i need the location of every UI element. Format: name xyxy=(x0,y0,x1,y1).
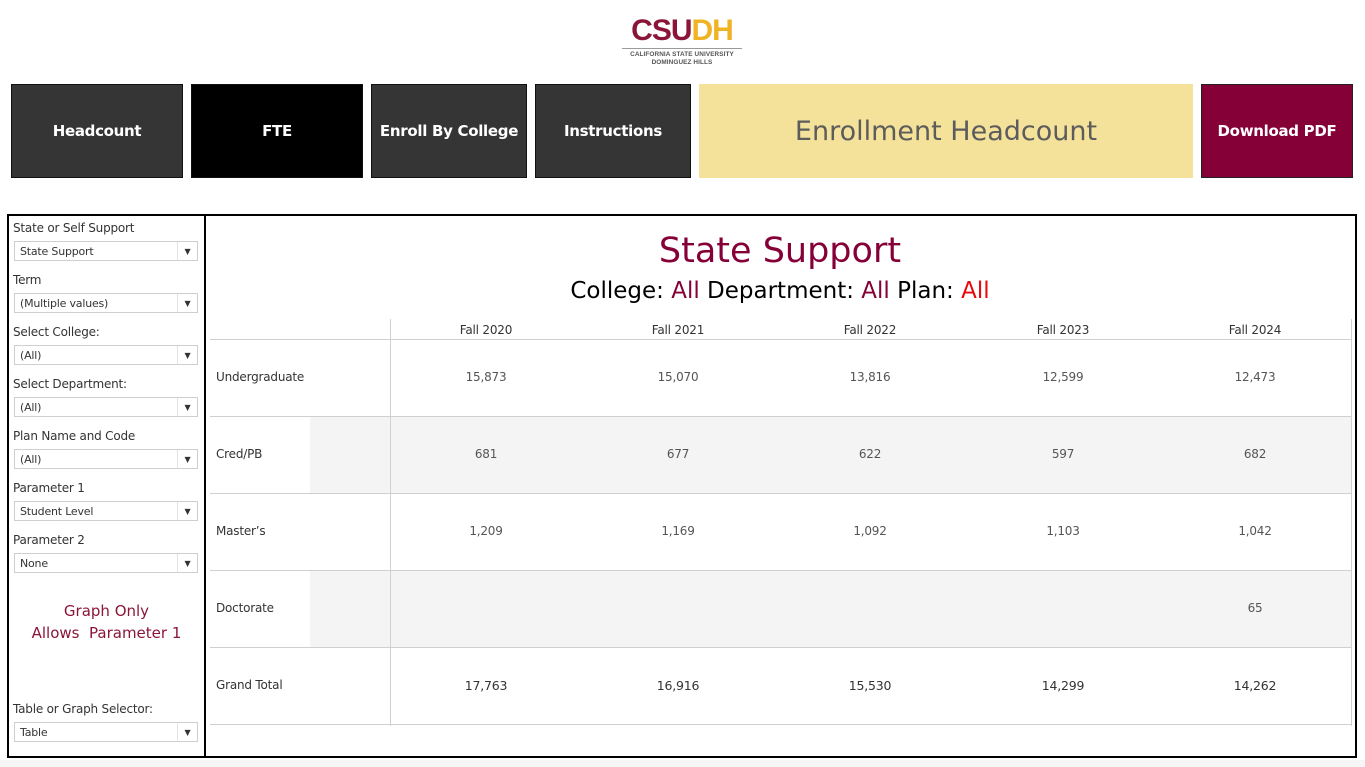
row-header-divider xyxy=(390,319,391,726)
table-cell: 17,763 xyxy=(464,678,508,693)
enrollment-table-panel: State Support College: All Department: A… xyxy=(204,214,1357,758)
filter-summary-subtitle: College: All Department: All Plan: All xyxy=(205,278,1355,304)
table-cell: 15,873 xyxy=(465,370,507,384)
filter-label-department: Select Department: xyxy=(13,377,127,391)
department-dropdown[interactable]: (All) ▼ xyxy=(14,397,198,417)
fte-button[interactable]: FTE xyxy=(191,84,363,178)
plan-label: Plan: xyxy=(889,278,962,304)
download-pdf-button[interactable]: Download PDF xyxy=(1201,84,1353,178)
table-row: Doctorate 65 xyxy=(210,571,1352,648)
logo-divider xyxy=(622,48,742,49)
column-header: Fall 2021 xyxy=(651,323,705,337)
table-cell: 1,103 xyxy=(1046,524,1080,538)
instructions-button[interactable]: Instructions xyxy=(535,84,691,178)
csudh-logo: CSUDH CALIFORNIA STATE UNIVERSITY DOMING… xyxy=(620,16,744,70)
table-cell: 14,299 xyxy=(1041,678,1085,693)
department-label: Department: xyxy=(699,278,862,304)
term-dropdown[interactable]: (Multiple values) ▼ xyxy=(14,293,198,313)
table-cell: 681 xyxy=(474,447,498,461)
table-row: Undergraduate 15,873 15,070 13,816 12,59… xyxy=(210,340,1352,417)
support-type-title: State Support xyxy=(658,231,902,271)
logo-wordmark: CSUDH xyxy=(620,16,744,46)
department-dropdown-value: (All) xyxy=(20,400,42,414)
table-graph-selector-dropdown[interactable]: Table ▼ xyxy=(14,722,198,742)
grand-total-row: Grand Total 17,763 16,916 15,530 14,299 … xyxy=(210,648,1352,725)
chevron-down-icon[interactable]: ▼ xyxy=(177,294,197,312)
plan-dropdown[interactable]: (All) ▼ xyxy=(14,449,198,469)
table-cell: 1,042 xyxy=(1238,524,1272,538)
row-label: Cred/PB xyxy=(216,447,263,461)
chevron-down-icon[interactable]: ▼ xyxy=(177,242,197,260)
column-header: Fall 2023 xyxy=(1036,323,1090,337)
table-cell: 677 xyxy=(666,447,690,461)
college-value: All xyxy=(671,278,700,304)
enroll-by-college-button[interactable]: Enroll By College xyxy=(371,84,527,178)
chevron-down-icon[interactable]: ▼ xyxy=(177,346,197,364)
table-row: Cred/PB 681 677 622 597 682 xyxy=(210,417,1352,494)
filter-label-support: State or Self Support xyxy=(13,221,135,235)
row-label: Master’s xyxy=(216,524,266,538)
parameter-1-dropdown[interactable]: Student Level ▼ xyxy=(14,501,198,521)
filter-label-term: Term xyxy=(13,273,42,287)
table-cell: 15,070 xyxy=(657,370,699,384)
column-header: Fall 2020 xyxy=(459,323,513,337)
chevron-down-icon[interactable]: ▼ xyxy=(177,450,197,468)
logo-csu: CSU xyxy=(631,14,692,47)
filter-sidebar: State or Self Support State Support ▼ Te… xyxy=(7,214,206,758)
table-cell: 15,530 xyxy=(848,678,892,693)
filter-label-plan: Plan Name and Code xyxy=(13,429,136,443)
plan-value: All xyxy=(961,278,990,304)
parameter-1-dropdown-value: Student Level xyxy=(20,504,94,518)
term-dropdown-value: (Multiple values) xyxy=(20,296,109,310)
table-cell: 1,209 xyxy=(469,524,503,538)
department-value: All xyxy=(861,278,890,304)
table-cell: 597 xyxy=(1051,447,1075,461)
row-label: Undergraduate xyxy=(216,370,305,384)
table-cell: 12,599 xyxy=(1042,370,1084,384)
chevron-down-icon[interactable]: ▼ xyxy=(177,502,197,520)
table-cell: 14,262 xyxy=(1233,678,1277,693)
table-header-row: Fall 2020 Fall 2021 Fall 2022 Fall 2023 … xyxy=(210,319,1352,340)
table-right-border xyxy=(1351,319,1352,726)
column-header: Fall 2022 xyxy=(843,323,897,337)
filter-label-view-selector: Table or Graph Selector: xyxy=(13,702,153,716)
plan-dropdown-value: (All) xyxy=(20,452,42,466)
filter-label-parameter-1: Parameter 1 xyxy=(13,481,85,495)
row-label: Grand Total xyxy=(216,678,283,692)
college-dropdown[interactable]: (All) ▼ xyxy=(14,345,198,365)
graph-note-line-2: Allows Parameter 1 xyxy=(31,624,182,642)
table-cell: 682 xyxy=(1243,447,1267,461)
table-cell: 1,092 xyxy=(853,524,887,538)
chevron-down-icon[interactable]: ▼ xyxy=(177,554,197,572)
table-cell: 13,816 xyxy=(849,370,891,384)
support-dropdown[interactable]: State Support ▼ xyxy=(14,241,198,261)
table-cell: 16,916 xyxy=(656,678,700,693)
graph-note-line-1: Graph Only xyxy=(63,602,150,620)
table-row: Master’s 1,209 1,169 1,092 1,103 1,042 xyxy=(210,494,1352,571)
parameter-2-dropdown-value: None xyxy=(20,556,48,570)
table-cell: 12,473 xyxy=(1234,370,1276,384)
table-cell: 65 xyxy=(1247,601,1263,615)
table-cell: 1,169 xyxy=(661,524,695,538)
logo-dh: DH xyxy=(691,14,734,47)
college-dropdown-value: (All) xyxy=(20,348,42,362)
filter-label-college: Select College: xyxy=(13,325,100,339)
chevron-down-icon[interactable]: ▼ xyxy=(177,398,197,416)
column-header: Fall 2024 xyxy=(1228,323,1282,337)
parameter-2-dropdown[interactable]: None ▼ xyxy=(14,553,198,573)
college-label: College: xyxy=(570,278,672,304)
headcount-button[interactable]: Headcount xyxy=(11,84,183,178)
table-graph-selector-value: Table xyxy=(20,725,48,739)
filter-label-parameter-2: Parameter 2 xyxy=(13,533,85,547)
support-dropdown-value: State Support xyxy=(20,244,94,258)
chevron-down-icon[interactable]: ▼ xyxy=(177,723,197,741)
logo-line-1: CALIFORNIA STATE UNIVERSITY xyxy=(630,51,734,58)
logo-line-2: DOMINGUEZ HILLS xyxy=(651,59,713,66)
bottom-strip xyxy=(0,760,1365,767)
row-label: Doctorate xyxy=(216,601,274,615)
table-cell: 622 xyxy=(858,447,882,461)
dashboard-title-banner: Enrollment Headcount xyxy=(699,84,1193,178)
headcount-table: Fall 2020 Fall 2021 Fall 2022 Fall 2023 … xyxy=(210,319,1352,726)
